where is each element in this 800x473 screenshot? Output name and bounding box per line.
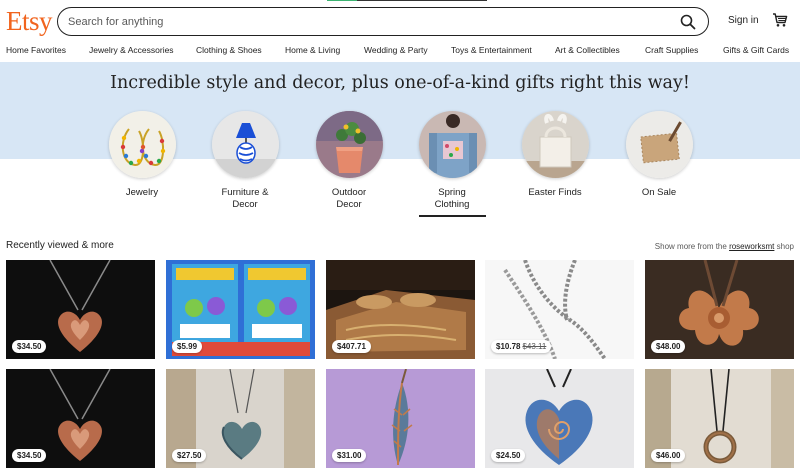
nav-home-living[interactable]: Home & Living [285,45,340,55]
search-bar[interactable] [57,7,709,36]
price-badge: $48.00 [651,340,686,353]
category-image [315,111,383,178]
price-badge: $5.99 [172,340,203,353]
price-badge: $407.71 [332,340,371,353]
search-icon[interactable] [680,14,696,30]
shop-link[interactable]: roseworksmt [729,242,774,251]
category-label: Easter Finds [528,187,582,198]
search-input[interactable] [68,13,668,30]
category-jewelry[interactable]: Jewelry [90,111,194,199]
recently-viewed-title: Recently viewed & more [6,240,114,251]
listing-card[interactable]: $31.00 [326,369,475,468]
category-outdoor-decor[interactable]: Outdoor Decor [297,111,401,211]
price-badge: $46.00 [651,449,686,462]
category-image [108,111,176,178]
category-on-sale[interactable]: On Sale [607,111,711,199]
category-furniture-decor[interactable]: Furniture & Decor [193,111,297,211]
price-badge: $27.50 [172,449,207,462]
listing-card[interactable]: $407.71 [326,260,475,359]
listing-card[interactable]: $46.00 [645,369,794,468]
category-image [521,111,589,178]
hero-title: Incredible style and decor, plus one-of-… [110,73,690,93]
category-label: Spring Clothing [434,187,470,210]
cart-icon[interactable] [772,12,788,28]
category-label: On Sale [641,187,677,198]
nav-toys-entertainment[interactable]: Toys & Entertainment [451,45,532,55]
category-spring-clothing[interactable]: Spring Clothing [400,111,504,217]
listing-card[interactable]: $10.78 $43.11 [485,260,634,359]
nav-wedding-party[interactable]: Wedding & Party [364,45,428,55]
nav-home-favorites[interactable]: Home Favorites [6,45,66,55]
listing-card[interactable]: $5.99 [166,260,315,359]
nav-gifts-gift-cards[interactable]: Gifts & Gift Cards [723,45,789,55]
category-image [625,111,693,178]
header: Etsy Sign in [0,0,800,42]
category-label: Jewelry [125,187,159,198]
etsy-logo[interactable]: Etsy [6,6,53,37]
price-badge: $10.78 $43.11 [491,340,552,353]
listing-card[interactable]: $34.50 [6,369,155,468]
category-image [211,111,279,178]
listing-card[interactable]: $48.00 [645,260,794,359]
listing-card[interactable]: $34.50 [6,260,155,359]
category-easter-finds[interactable]: Easter Finds [503,111,607,199]
listing-card[interactable]: $24.50 [485,369,634,468]
category-label: Furniture & Decor [221,187,269,210]
category-label: Outdoor Decor [331,187,367,210]
category-nav: Home Favorites Jewelry & Accessories Clo… [0,42,800,62]
sign-in-link[interactable]: Sign in [728,15,759,26]
category-image [418,111,486,178]
nav-art-collectibles[interactable]: Art & Collectibles [555,45,620,55]
show-more-link[interactable]: Show more from the roseworksmt shop [655,242,794,251]
nav-craft-supplies[interactable]: Craft Supplies [645,45,698,55]
nav-jewelry-accessories[interactable]: Jewelry & Accessories [89,45,174,55]
price-badge: $24.50 [491,449,526,462]
price-badge: $31.00 [332,449,367,462]
nav-clothing-shoes[interactable]: Clothing & Shoes [196,45,262,55]
selected-underline [418,215,486,217]
price-badge: $34.50 [12,340,47,353]
price-badge: $34.50 [12,449,47,462]
listing-card[interactable]: $27.50 [166,369,315,468]
